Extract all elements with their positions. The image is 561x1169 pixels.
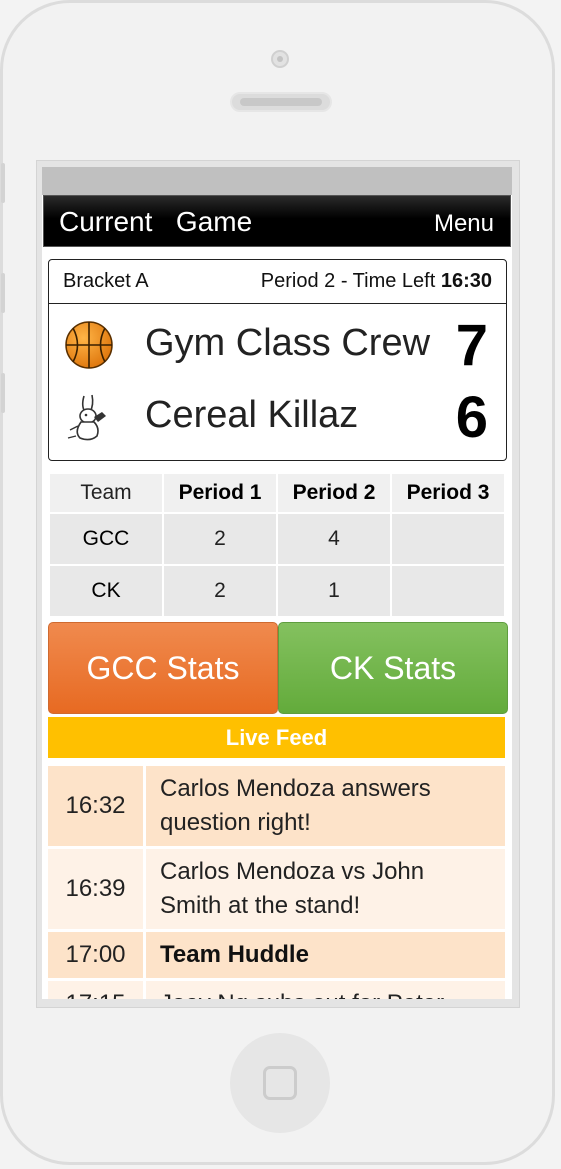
rabbit-icon [67,394,106,441]
feed-text: Carlos Mendoza vs John Smith at the stan… [146,849,505,929]
table-cell: 1 [278,566,390,616]
column-header: Team [50,474,162,512]
scoreboard-header: Bracket A Period 2 - Time Left 16:30 [49,260,506,304]
period-text: Period 2 - Time Left [260,270,441,292]
camera-icon [271,50,289,68]
table-cell: CK [50,566,162,616]
feed-time: 17:00 [48,932,146,978]
gcc-stats-button[interactable]: GCC Stats [48,622,278,714]
basketball-icon [65,321,113,369]
bracket-label: Bracket A [63,270,149,292]
mute-switch [1,163,5,203]
list-item: 17:15 Joey Ng subs out for Peter [48,981,505,999]
speaker-grille [230,92,332,112]
table-cell: 4 [278,514,390,564]
app-viewport: Current Game Menu Bracket A Period 2 - T… [42,167,512,999]
team-row[interactable]: Gym Class Crew 7 [49,308,506,378]
column-header: Period 1 [164,474,276,512]
table-cell: 2 [164,566,276,616]
scoreboard: Bracket A Period 2 - Time Left 16:30 Gym… [48,259,507,461]
table-cell: 2 [164,514,276,564]
period-status: Period 2 - Time Left 16:30 [261,270,492,293]
ck-stats-button[interactable]: CK Stats [278,622,508,714]
table-cell: GCC [50,514,162,564]
live-feed-list: 16:32 Carlos Mendoza answers question ri… [48,763,505,999]
table-header-row: Team Period 1 Period 2 Period 3 [50,474,504,512]
list-item: 17:00 Team Huddle [48,932,505,978]
team-score: 7 [455,313,488,378]
time-left: 16:30 [440,270,492,292]
team-name: Gym Class Crew [145,322,431,364]
column-header: Period 3 [392,474,504,512]
table-cell [392,566,504,616]
team-name: Cereal Killaz [145,394,359,436]
volume-up-button [1,273,5,313]
title-bar: Current Game Menu [43,195,511,247]
column-header: Period 2 [278,474,390,512]
table-row: GCC 2 4 [50,514,504,564]
menu-button[interactable]: Menu [434,210,494,238]
table-row: CK 2 1 [50,566,504,616]
feed-text: Team Huddle [146,932,505,978]
feed-text: Carlos Mendoza answers question right! [146,766,505,846]
feed-time: 17:15 [48,981,146,999]
page-title: Current Game [59,206,253,237]
table-cell [392,514,504,564]
live-feed-header: Live Feed [48,717,505,758]
list-item: 16:39 Carlos Mendoza vs John Smith at th… [48,849,505,929]
team-row[interactable]: Cereal Killaz 6 [49,380,506,450]
home-button[interactable] [230,1033,330,1133]
feed-time: 16:39 [48,849,146,929]
team-score: 6 [455,385,488,450]
status-bar [42,167,512,195]
period-score-table: Team Period 1 Period 2 Period 3 GCC 2 4 … [48,472,506,618]
feed-time: 16:32 [48,766,146,846]
list-item: 16:32 Carlos Mendoza answers question ri… [48,766,505,846]
volume-down-button [1,373,5,413]
feed-text: Joey Ng subs out for Peter [146,981,505,999]
